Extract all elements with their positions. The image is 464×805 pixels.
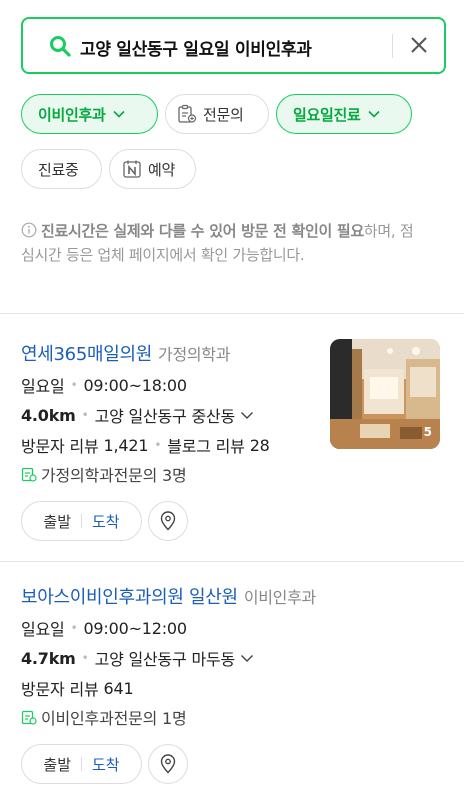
- separator-dot: •: [70, 378, 78, 392]
- place-photo[interactable]: 5: [330, 339, 440, 449]
- blog-review-count: 28: [249, 435, 270, 455]
- filter-chip-open-now[interactable]: 진료중: [21, 149, 102, 189]
- filter-chip-label: 일요일진료: [293, 105, 361, 124]
- filter-chip-label: 진료중: [38, 160, 79, 179]
- blog-review-label: 블로그 리뷰: [167, 437, 245, 456]
- filter-chip-ent[interactable]: 이비인후과: [21, 94, 158, 134]
- button-separator: [81, 514, 82, 528]
- specialist-row: 가정의학과전문의 3명: [21, 462, 187, 486]
- chevron-down-icon[interactable]: [239, 407, 255, 423]
- specialist-text: 이비인후과전문의 1명: [41, 709, 187, 728]
- chevron-down-icon: [112, 110, 125, 118]
- search-input[interactable]: 고양 일산동구 일요일 이비인후과: [80, 35, 312, 60]
- place-name[interactable]: 보아스이비인후과의원 일산원: [21, 587, 238, 608]
- close-icon[interactable]: [408, 34, 430, 56]
- filter-chip-specialist[interactable]: 전문의: [165, 94, 269, 134]
- hours-notice: 진료시간은 실제와 다를 수 있어 방문 전 확인이 필요하며, 점심시간 등은…: [21, 219, 421, 267]
- chevron-down-icon: [367, 110, 380, 118]
- map-pin-button[interactable]: [148, 501, 188, 541]
- map-pin-icon: [160, 511, 176, 531]
- filter-chip-label: 이비인후과: [38, 105, 106, 124]
- visitor-review-count: 641: [103, 678, 134, 698]
- visitor-review-label: 방문자 리뷰: [21, 437, 99, 456]
- business-hours: 09:00~12:00: [83, 618, 187, 638]
- visitor-review-label: 방문자 리뷰: [21, 680, 99, 699]
- filter-chip-label: 전문의: [203, 105, 244, 124]
- filter-chip-label: 예약: [148, 160, 176, 179]
- arrive-button[interactable]: 도착: [92, 754, 120, 775]
- search-divider: [392, 34, 393, 58]
- start-button[interactable]: 출발: [43, 754, 71, 775]
- search-icon: [50, 36, 71, 57]
- info-icon: [21, 222, 37, 238]
- directions-button[interactable]: 출발 도착: [21, 501, 142, 541]
- hours-row: 일요일 • 09:00~12:00: [21, 616, 187, 640]
- start-button[interactable]: 출발: [43, 511, 71, 532]
- chevron-down-icon[interactable]: [239, 650, 255, 666]
- filter-chip-sunday[interactable]: 일요일진료: [276, 94, 412, 134]
- notice-bold-text: 진료시간은 실제와 다를 수 있어 방문 전 확인이 필요: [41, 222, 364, 240]
- directions-button[interactable]: 출발 도착: [21, 744, 142, 784]
- place-name[interactable]: 연세365매일의원: [21, 344, 152, 365]
- separator-dot: •: [81, 651, 89, 665]
- arrive-button[interactable]: 도착: [92, 511, 120, 532]
- button-separator: [81, 757, 82, 771]
- doctor-badge-icon: [21, 467, 37, 482]
- separator-dot: •: [70, 621, 78, 635]
- section-divider: [0, 313, 464, 314]
- distance: 4.7km: [21, 648, 76, 668]
- filter-chip-booking[interactable]: 예약: [109, 149, 196, 189]
- reviews-row: 방문자 리뷰 641: [21, 676, 134, 700]
- separator-dot: •: [154, 438, 162, 452]
- naver-booking-icon: [123, 160, 141, 178]
- separator-dot: •: [81, 408, 89, 422]
- place-category: 이비인후과: [243, 588, 316, 607]
- location-row[interactable]: 4.0km • 고양 일산동구 중산동: [21, 403, 255, 427]
- place-title[interactable]: 보아스이비인후과의원 일산원 이비인후과: [21, 583, 316, 609]
- address: 고양 일산동구 마두동: [94, 650, 236, 669]
- hours-row: 일요일 • 09:00~18:00: [21, 373, 187, 397]
- address: 고양 일산동구 중산동: [94, 407, 236, 426]
- map-pin-button[interactable]: [148, 744, 188, 784]
- business-day: 일요일: [21, 620, 65, 639]
- distance: 4.0km: [21, 405, 76, 425]
- search-box[interactable]: 고양 일산동구 일요일 이비인후과: [21, 17, 446, 74]
- specialist-text: 가정의학과전문의 3명: [41, 466, 187, 485]
- place-category: 가정의학과: [158, 345, 231, 364]
- map-pin-icon: [160, 754, 176, 774]
- location-row[interactable]: 4.7km • 고양 일산동구 마두동: [21, 646, 255, 670]
- reviews-row: 방문자 리뷰 1,421 • 블로그 리뷰 28: [21, 433, 270, 457]
- place-title[interactable]: 연세365매일의원 가정의학과: [21, 340, 230, 366]
- specialist-row: 이비인후과전문의 1명: [21, 705, 187, 729]
- business-hours: 09:00~18:00: [83, 375, 187, 395]
- business-day: 일요일: [21, 377, 65, 396]
- visitor-review-count: 1,421: [103, 435, 149, 455]
- section-divider: [0, 561, 464, 562]
- doctor-badge-icon: [21, 710, 37, 725]
- photo-count: 5: [423, 425, 432, 439]
- doctor-badge-icon: [178, 104, 197, 123]
